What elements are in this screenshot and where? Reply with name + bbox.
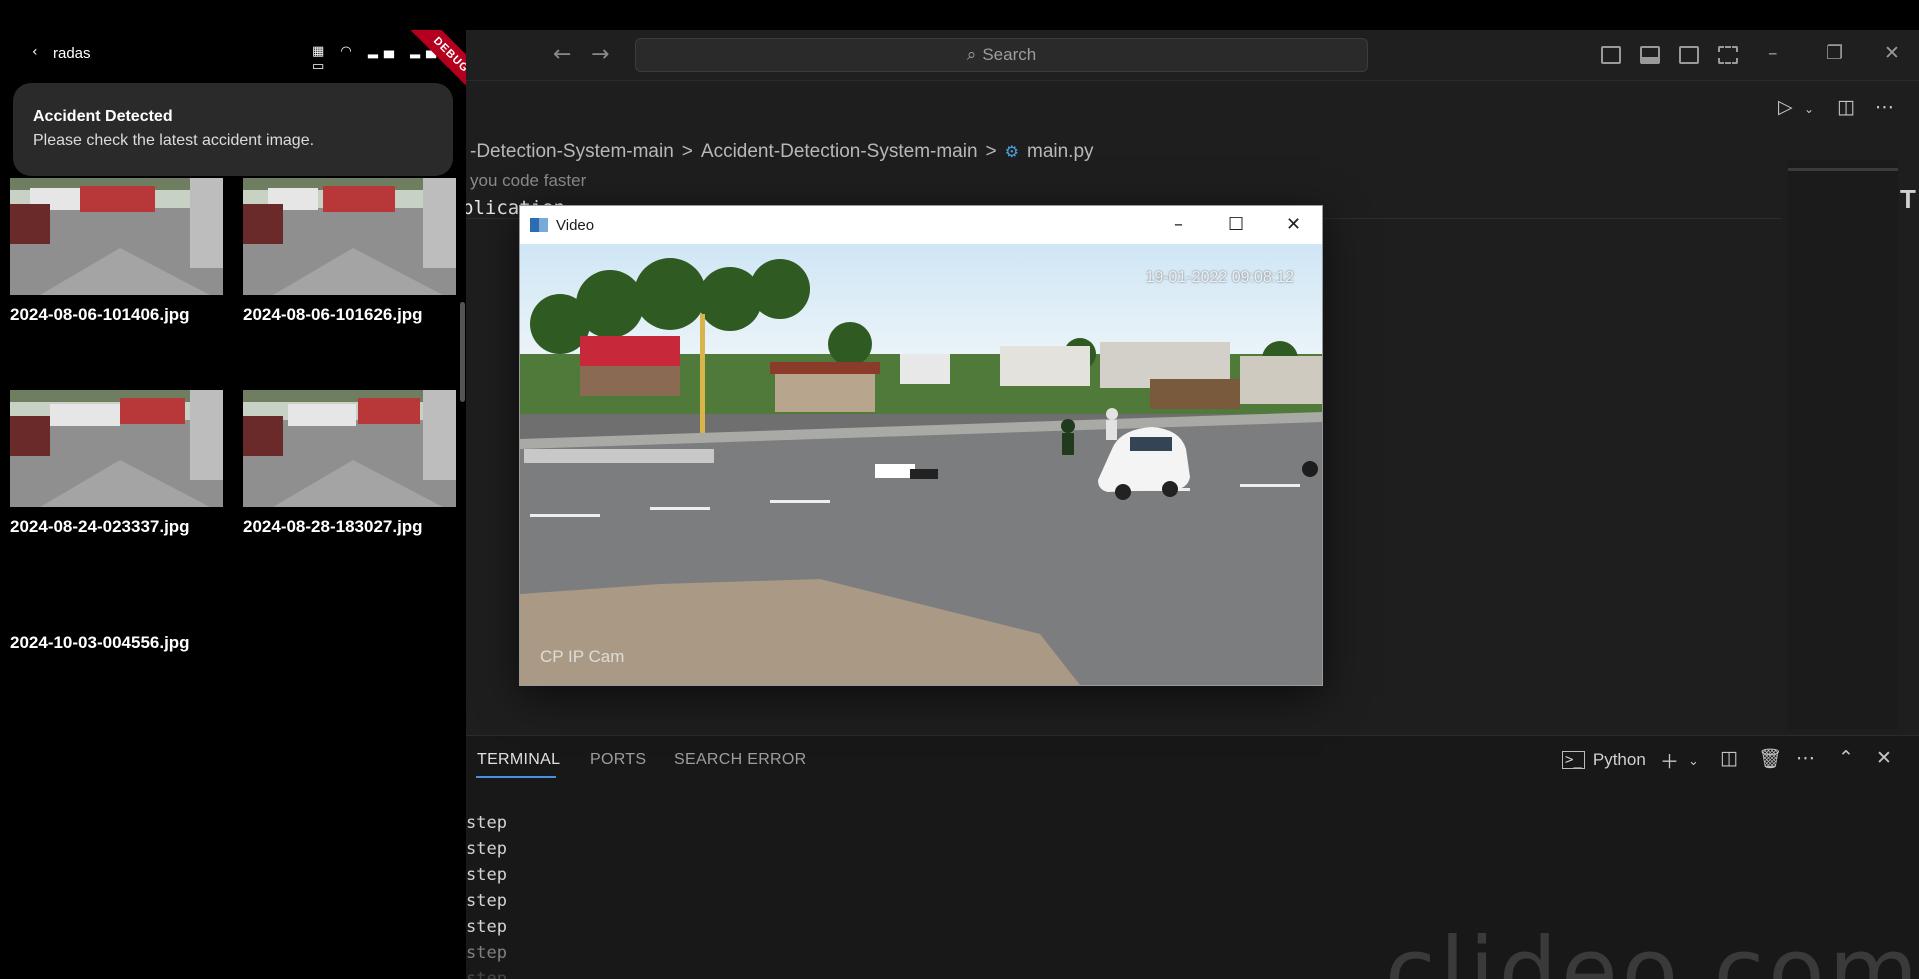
minimize-icon[interactable]: – (1174, 214, 1183, 235)
scrollbar-marker[interactable]: T (1900, 184, 1916, 215)
tab-ports[interactable]: PORTS (590, 751, 646, 769)
phone-status-bar: ‹ radas ▦ ◠ ▂▄ ▂▄ ▭ (0, 30, 466, 76)
phone-screen-mirror: ‹ radas ▦ ◠ ▂▄ ▂▄ ▭ DEBUG 2024-08-06-101… (0, 30, 466, 979)
tab-search-error[interactable]: SEARCH ERROR (674, 751, 807, 769)
breadcrumb-separator: > (985, 141, 997, 162)
close-panel-icon[interactable]: ✕ (1876, 747, 1892, 769)
editor-hint: you code faster (470, 171, 587, 190)
accident-thumbnail-image (243, 178, 456, 295)
image-filename: 2024-08-06-101406.jpg (10, 305, 190, 324)
breadcrumb-folder[interactable]: -Detection-System-main (470, 141, 674, 163)
split-terminal-icon[interactable]: ◫ (1720, 747, 1738, 769)
camera-label: CP IP Cam (540, 647, 625, 666)
terminal-line: step (466, 813, 507, 833)
image-filename: 2024-08-06-101626.jpg (243, 305, 423, 324)
active-tab-indicator (476, 776, 556, 778)
accident-thumbnail[interactable] (10, 178, 223, 295)
search-icon: ⌕ (966, 45, 977, 64)
terminal-line: step (466, 969, 507, 979)
breadcrumb-separator: > (681, 141, 693, 162)
terminal-line: step (466, 839, 507, 859)
gallery-item[interactable]: 2024-08-06-101626.jpg (243, 178, 457, 325)
accident-thumbnail-image (10, 390, 223, 507)
notification-title: Accident Detected (33, 108, 173, 125)
notification-card[interactable]: Accident Detected Please check the lates… (13, 83, 453, 176)
terminal-line: step (466, 943, 507, 963)
gallery-item[interactable]: 2024-10-03-004556.jpg (10, 633, 224, 653)
phone-scrollbar[interactable] (460, 302, 465, 402)
back-arrow-icon[interactable]: ← (553, 42, 571, 67)
terminal-icon: >_ (1562, 751, 1585, 769)
notification-body: Please check the latest accident image. (33, 132, 315, 149)
search-placeholder: Search (982, 45, 1037, 64)
close-icon[interactable]: ✕ (1286, 214, 1301, 235)
terminal-dropdown-chevron-icon[interactable]: ⌄ (1688, 754, 1699, 769)
new-terminal-icon[interactable]: ＋ (1660, 747, 1679, 774)
toggle-panel-icon[interactable] (1640, 46, 1660, 64)
maximize-icon[interactable]: ☐ (1228, 214, 1244, 235)
toggle-primary-sidebar-icon[interactable] (1601, 46, 1621, 64)
accident-thumbnail-image (10, 178, 223, 295)
gallery-item[interactable]: 2024-08-06-101406.jpg (10, 178, 224, 325)
gallery-item[interactable]: 2024-08-28-183027.jpg (243, 390, 457, 537)
customize-layout-icon[interactable] (1718, 46, 1738, 64)
video-frame: 19-01-2022 09:08:12 CP IP Cam (520, 244, 1322, 685)
accident-thumbnail[interactable] (243, 178, 456, 295)
close-icon[interactable]: ✕ (1884, 42, 1900, 64)
maximize-panel-icon[interactable]: ⌃ (1838, 747, 1854, 769)
video-window[interactable]: Video – ☐ ✕ 19-01-2022 09:08:12 CP IP Ca… (519, 205, 1323, 686)
restore-icon[interactable]: ❐ (1826, 42, 1843, 64)
terminal-output[interactable]: step step step step step step step (466, 810, 507, 979)
breadcrumb: -Detection-System-main > Accident-Detect… (470, 141, 1094, 163)
image-filename: 2024-10-03-004556.jpg (10, 633, 190, 652)
toggle-secondary-sidebar-icon[interactable] (1679, 46, 1699, 64)
camera-timestamp: 19-01-2022 09:08:12 (1145, 269, 1294, 286)
terminal-line: step (466, 917, 507, 937)
accident-thumbnail[interactable] (10, 390, 223, 507)
video-window-titlebar[interactable]: Video (520, 206, 1322, 244)
minimize-icon[interactable]: – (1768, 42, 1778, 64)
run-icon[interactable]: ▷ (1778, 96, 1793, 118)
forward-arrow-icon[interactable]: → (591, 42, 609, 67)
app-name: radas (53, 45, 91, 62)
watermark: clideo.com (1385, 918, 1919, 979)
more-actions-icon[interactable]: ⋯ (1875, 96, 1894, 118)
terminal-profile-label: Python (1592, 750, 1646, 769)
accident-thumbnail-image (243, 390, 456, 507)
kill-terminal-icon[interactable]: 🗑 (1758, 747, 1782, 770)
split-editor-icon[interactable]: ◫ (1837, 96, 1855, 118)
minimap[interactable] (1788, 160, 1898, 730)
python-icon: ⚙ (1004, 144, 1019, 161)
video-window-title: Video (556, 216, 595, 234)
screen: ← → ⌕ Search – ❐ ✕ ▷ ⌄ ◫ ⋯ -Detection-Sy… (0, 0, 1919, 979)
accident-thumbnail[interactable] (243, 390, 456, 507)
back-chevron-icon[interactable]: ‹ (32, 44, 38, 60)
app-icon (530, 218, 548, 232)
breadcrumb-file[interactable]: main.py (1027, 141, 1094, 163)
cctv-scene-image (520, 244, 1322, 685)
breadcrumb-folder[interactable]: Accident-Detection-System-main (701, 141, 978, 163)
tab-terminal[interactable]: TERMINAL (477, 751, 560, 769)
terminal-line: step (466, 891, 507, 911)
image-filename: 2024-08-28-183027.jpg (243, 517, 423, 536)
terminal-profile[interactable]: >_ Python (1562, 750, 1646, 770)
run-options-chevron-icon[interactable]: ⌄ (1804, 102, 1814, 116)
terminal-line: step (466, 865, 507, 885)
command-search-box[interactable]: ⌕ Search (635, 38, 1368, 72)
gallery-item[interactable]: 2024-08-24-023337.jpg (10, 390, 224, 537)
image-filename: 2024-08-24-023337.jpg (10, 517, 190, 536)
more-actions-icon[interactable]: ⋯ (1796, 747, 1815, 769)
